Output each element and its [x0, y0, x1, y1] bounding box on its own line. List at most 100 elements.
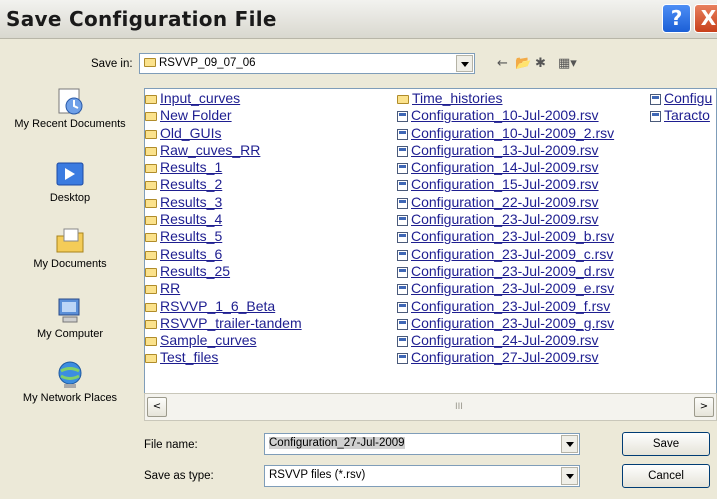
file-list[interactable]: Input_curves New Folder Old_GUIs Raw_cuves_…	[144, 88, 717, 421]
save-as-type-label: Save as type:	[144, 470, 214, 482]
list-item-label: Configuration_15-Jul-2009.rsv	[411, 176, 599, 193]
horizontal-scrollbar[interactable]: < III >	[144, 393, 717, 421]
list-item-label: Configuration_23-Jul-2009_b.rsv	[411, 228, 615, 245]
list-item-label: Configuration_24-Jul-2009.rsv	[411, 332, 599, 349]
list-item[interactable]: Configuration_10-Jul-2009.rsv	[397, 107, 614, 124]
file-icon	[650, 111, 661, 123]
window-title: Save Configuration File	[6, 7, 277, 31]
folder-icon	[145, 354, 157, 364]
list-item[interactable]: Configuration_13-Jul-2009.rsv	[397, 142, 614, 159]
folder-icon	[145, 216, 157, 226]
scroll-thumb[interactable]: III	[455, 402, 463, 412]
file-name-value: Configuration_27-Jul-2009	[269, 437, 405, 449]
list-item-label: Configuration_23-Jul-2009_e.rsv	[411, 280, 615, 297]
list-item-label: New Folder	[160, 107, 232, 124]
file-icon	[397, 249, 408, 261]
list-item-label: Results_25	[160, 262, 231, 279]
title-bar: Save Configuration File ? X	[0, 0, 717, 39]
list-item[interactable]: Configuration_23-Jul-2009_f.rsv	[397, 298, 614, 315]
list-item[interactable]: Results_6	[145, 246, 302, 263]
place-my-documents[interactable]: My Documents	[10, 226, 130, 270]
up-folder-icon[interactable]: 📂	[515, 56, 531, 71]
folder-icon	[145, 250, 157, 260]
list-item[interactable]: Old_GUIs	[145, 125, 302, 142]
save-button[interactable]: Save	[622, 432, 710, 456]
recent-documents-icon	[55, 86, 85, 116]
list-item[interactable]: Configuration_14-Jul-2009.rsv	[397, 159, 614, 176]
list-item[interactable]: Configuration_23-Jul-2009_g.rsv	[397, 315, 614, 332]
list-item[interactable]: Results_3	[145, 194, 302, 211]
save-as-type-dropdown[interactable]: RSVVP files (*.rsv)	[264, 465, 580, 487]
list-item[interactable]: Input_curves	[145, 90, 302, 107]
places-bar: My Recent Documents Desktop My Documents…	[10, 76, 130, 428]
list-item[interactable]: Time_histories	[397, 90, 614, 107]
place-label: My Documents	[33, 258, 107, 270]
list-item[interactable]: Configuration_27-Jul-2009.rsv	[397, 349, 614, 366]
file-icon	[397, 215, 408, 227]
network-places-icon	[55, 360, 85, 390]
cancel-button[interactable]: Cancel	[622, 464, 710, 488]
list-item[interactable]: Raw_cuves_RR	[145, 142, 302, 159]
place-network-places[interactable]: My Network Places	[10, 360, 130, 404]
folder-icon	[145, 198, 157, 208]
close-button[interactable]: X	[694, 4, 717, 33]
list-item[interactable]: Configuration_23-Jul-2009_d.rsv	[397, 263, 614, 280]
list-item[interactable]: Configu	[650, 90, 712, 107]
desktop-icon	[55, 160, 85, 190]
back-icon[interactable]: ←	[497, 56, 508, 71]
list-item[interactable]: Configuration_24-Jul-2009.rsv	[397, 332, 614, 349]
file-name-input[interactable]: Configuration_27-Jul-2009	[264, 433, 580, 455]
chevron-down-icon[interactable]	[561, 435, 578, 453]
list-item[interactable]: Results_25	[145, 263, 302, 280]
folder-icon	[145, 233, 157, 243]
list-item[interactable]: RR	[145, 280, 302, 297]
place-my-computer[interactable]: My Computer	[10, 296, 130, 340]
file-icon	[397, 318, 408, 330]
place-desktop[interactable]: Desktop	[10, 160, 130, 204]
folder-icon	[145, 285, 157, 295]
help-button[interactable]: ?	[662, 4, 691, 33]
list-item[interactable]: Configuration_23-Jul-2009_e.rsv	[397, 280, 614, 297]
file-icon	[397, 301, 408, 313]
list-item[interactable]: Results_2	[145, 176, 302, 193]
place-recent-documents[interactable]: My Recent Documents	[10, 86, 130, 130]
save-as-type-value: RSVVP files (*.rsv)	[269, 469, 366, 481]
new-folder-icon[interactable]: ✱	[535, 56, 546, 71]
save-in-dropdown[interactable]: RSVVP_09_07_06	[139, 53, 475, 74]
my-computer-icon	[55, 296, 85, 326]
file-icon	[397, 284, 408, 296]
list-item[interactable]: Results_5	[145, 228, 302, 245]
list-item[interactable]: Configuration_22-Jul-2009.rsv	[397, 194, 614, 211]
list-item[interactable]: RSVVP_1_6_Beta	[145, 298, 302, 315]
list-item[interactable]: RSVVP_trailer-tandem	[145, 315, 302, 332]
file-name-label: File name:	[144, 439, 198, 451]
list-item[interactable]: Configuration_15-Jul-2009.rsv	[397, 176, 614, 193]
file-icon	[397, 232, 408, 244]
list-item[interactable]: Taracto	[650, 107, 712, 124]
list-item[interactable]: Sample_curves	[145, 332, 302, 349]
list-item[interactable]: Configuration_23-Jul-2009_b.rsv	[397, 228, 614, 245]
chevron-down-icon[interactable]	[456, 55, 473, 72]
folder-icon	[145, 146, 157, 156]
scroll-left-button[interactable]: <	[147, 397, 167, 417]
list-item-label: Results_4	[160, 211, 223, 228]
scroll-right-button[interactable]: >	[694, 397, 714, 417]
file-icon	[397, 180, 408, 192]
list-item[interactable]: Test_files	[145, 349, 302, 366]
list-item[interactable]: Results_1	[145, 159, 302, 176]
list-item-label: Configuration_10-Jul-2009.rsv	[411, 107, 599, 124]
chevron-down-icon[interactable]	[561, 467, 578, 485]
list-item-label: RSVVP_1_6_Beta	[160, 297, 276, 314]
list-item[interactable]: Configuration_23-Jul-2009_c.rsv	[397, 246, 614, 263]
view-menu-icon[interactable]: ▦▾	[558, 56, 577, 71]
list-item-label: Configuration_10-Jul-2009_2.rsv	[411, 124, 615, 141]
list-item-label: Sample_curves	[160, 332, 257, 349]
list-item-label: Results_2	[160, 176, 223, 193]
list-item[interactable]: Results_4	[145, 211, 302, 228]
file-icon	[397, 266, 408, 278]
folder-icon	[397, 95, 409, 104]
list-item[interactable]: Configuration_10-Jul-2009_2.rsv	[397, 125, 614, 142]
list-item[interactable]: New Folder	[145, 107, 302, 124]
list-item[interactable]: Configuration_23-Jul-2009.rsv	[397, 211, 614, 228]
folder-icon	[145, 181, 157, 191]
